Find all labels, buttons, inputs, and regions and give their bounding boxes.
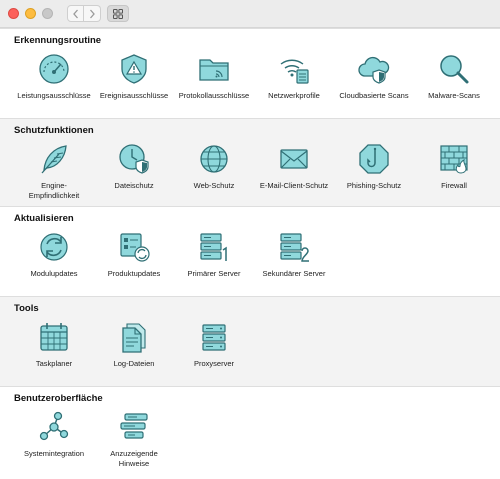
section-title: Tools xyxy=(14,303,39,314)
pref-label: Phishing-Schutz xyxy=(346,181,402,190)
server-2-icon xyxy=(280,233,309,262)
pref-web-schutz[interactable]: Web-Schutz xyxy=(174,141,254,201)
network-nodes-icon xyxy=(39,411,69,441)
pref-label: Produktupdates xyxy=(107,269,161,278)
close-button[interactable] xyxy=(8,8,19,19)
pref-label: Ereignisausschlüsse xyxy=(99,91,169,100)
server-icon xyxy=(202,324,226,351)
pref-sekundaerer-server[interactable]: Sekundärer Server xyxy=(254,229,334,279)
section-schutzfunktionen: Schutzfunktionen Engine-Empfindlichkeit … xyxy=(0,118,500,206)
section-title: Schutzfunktionen xyxy=(14,125,94,136)
minimize-button[interactable] xyxy=(25,8,36,19)
pref-anzuzeigende-hinweise[interactable]: Anzuzeigende Hinweise xyxy=(94,409,174,469)
grid-view-button[interactable] xyxy=(107,5,129,22)
pref-label: Web-Schutz xyxy=(193,181,235,190)
back-button[interactable] xyxy=(67,5,84,22)
pref-proxyserver[interactable]: Proxyserver xyxy=(174,319,254,369)
forward-button[interactable] xyxy=(84,5,101,22)
pref-email-client-schutz[interactable]: E-Mail-Client-Schutz xyxy=(254,141,334,201)
envelope-icon xyxy=(280,149,308,169)
pref-netzwerkprofile[interactable]: Netzwerkprofile xyxy=(254,51,334,101)
pref-label: Leistungsausschlüsse xyxy=(17,91,91,100)
documents-icon xyxy=(122,323,146,353)
pref-taskplaner[interactable]: Taskplaner xyxy=(14,319,94,369)
product-update-icon xyxy=(120,233,150,262)
pref-leistungsausschluesse[interactable]: Leistungsausschlüsse xyxy=(14,51,94,101)
globe-icon xyxy=(200,145,228,173)
folder-signal-icon xyxy=(199,59,229,81)
pref-label: Log-Dateien xyxy=(113,359,155,368)
pref-cloudbasierte-scans[interactable]: Cloudbasierte Scans xyxy=(334,51,414,101)
pref-primaerer-server[interactable]: Primärer Server xyxy=(174,229,254,279)
section-benutzeroberflaeche: Benutzeroberfläche Systemintegration Anz… xyxy=(0,386,500,479)
chevron-left-icon xyxy=(72,9,78,18)
section-title: Aktualisieren xyxy=(14,213,74,224)
section-title: Erkennungsroutine xyxy=(14,35,102,46)
pref-label: Systemintegration xyxy=(23,449,85,458)
feather-icon xyxy=(41,145,67,174)
refresh-icon xyxy=(40,233,68,261)
preferences-window: Erkennungsroutine Leistungsausschlüsse E… xyxy=(0,0,500,479)
cloud-shield-icon xyxy=(358,56,390,84)
pref-label: Cloudbasierte Scans xyxy=(339,91,409,100)
brick-wall-icon xyxy=(440,145,468,174)
pref-label: Primärer Server xyxy=(187,269,241,278)
pref-dateischutz[interactable]: Dateischutz xyxy=(94,141,174,201)
clock-shield-icon xyxy=(119,144,149,174)
section-aktualisieren: Aktualisieren Modulupdates Produktupdate… xyxy=(0,206,500,296)
pref-label: Protokollausschlüsse xyxy=(178,91,250,100)
navigation-group xyxy=(67,5,101,22)
pref-label: Firewall xyxy=(441,181,467,190)
section-erkennungsroutine: Erkennungsroutine Leistungsausschlüsse E… xyxy=(0,28,500,118)
pref-engine-empfindlichkeit[interactable]: Engine-Empfindlichkeit xyxy=(14,141,94,201)
pref-protokollausschluesse[interactable]: Protokollausschlüsse xyxy=(174,51,254,101)
pref-firewall[interactable]: Firewall xyxy=(414,141,494,201)
server-1-icon xyxy=(200,233,227,261)
magnifier-icon xyxy=(440,55,469,84)
pref-label: Sekundärer Server xyxy=(262,269,326,278)
pref-ereignisausschluesse[interactable]: Ereignisausschlüsse xyxy=(94,51,174,101)
pref-produktupdates[interactable]: Produktupdates xyxy=(94,229,174,279)
pref-malware-scans[interactable]: Malware-Scans xyxy=(414,51,494,101)
grid-view-icon xyxy=(113,8,123,19)
pref-label: Taskplaner xyxy=(35,359,73,368)
title-bar xyxy=(0,0,500,28)
section-title: Benutzeroberfläche xyxy=(14,393,103,404)
gauge-icon xyxy=(39,54,69,84)
pref-label: Malware-Scans xyxy=(428,91,480,100)
pref-phishing-schutz[interactable]: Phishing-Schutz xyxy=(334,141,414,201)
pref-systemintegration[interactable]: Systemintegration xyxy=(14,409,94,469)
calendar-icon xyxy=(40,323,68,351)
chevron-right-icon xyxy=(90,9,95,18)
pref-label: Dateischutz xyxy=(114,181,154,190)
pref-label: Modulupdates xyxy=(30,269,78,278)
notification-bars-icon xyxy=(120,413,148,439)
pref-label: Netzwerkprofile xyxy=(268,91,320,100)
pref-label: E-Mail-Client-Schutz xyxy=(259,181,329,190)
wifi-list-icon xyxy=(280,59,309,84)
warning-shield-icon xyxy=(121,54,147,84)
pref-label: Engine-Empfindlichkeit xyxy=(28,181,80,200)
zoom-button[interactable] xyxy=(42,8,53,19)
section-tools: Tools Taskplaner Log-Dateien Proxyserver xyxy=(0,296,500,386)
pref-label: Proxyserver xyxy=(193,359,234,368)
pref-modulupdates[interactable]: Modulupdates xyxy=(14,229,94,279)
pref-label: Anzuzeigende Hinweise xyxy=(110,449,158,468)
pref-log-dateien[interactable]: Log-Dateien xyxy=(94,319,174,369)
hook-octagon-icon xyxy=(359,144,389,174)
